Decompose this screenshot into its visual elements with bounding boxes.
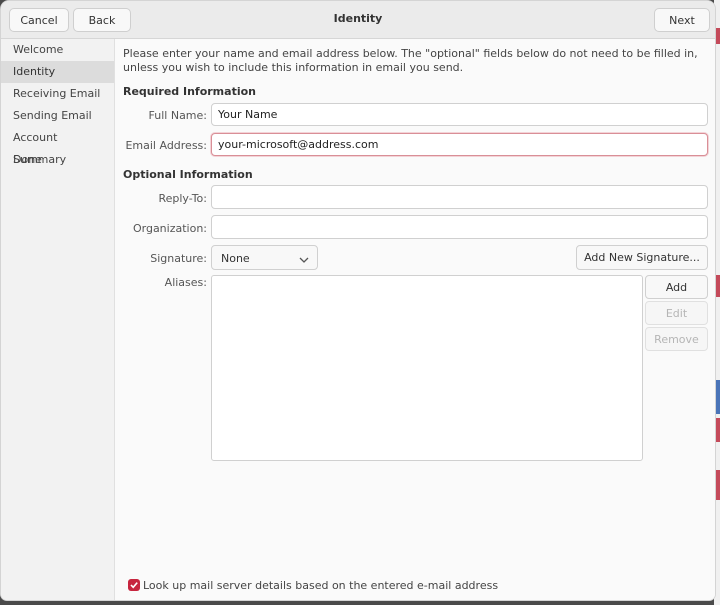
reply-to-label: Reply-To: bbox=[158, 192, 207, 205]
identity-dialog: Cancel Back Identity Next Welcome Identi… bbox=[1, 1, 715, 600]
background-mark bbox=[715, 28, 720, 44]
optional-information-heading: Optional Information bbox=[123, 168, 253, 181]
background-mark bbox=[715, 275, 720, 297]
sidebar: Welcome Identity Receiving Email Sending… bbox=[1, 39, 115, 600]
checkmark-icon bbox=[130, 582, 138, 589]
remove-alias-button[interactable]: Remove bbox=[645, 327, 708, 351]
aliases-label: Aliases: bbox=[164, 276, 207, 289]
edit-alias-button[interactable]: Edit bbox=[645, 301, 708, 325]
next-button[interactable]: Next bbox=[654, 8, 710, 32]
reply-to-field[interactable] bbox=[211, 185, 708, 209]
add-alias-button[interactable]: Add bbox=[645, 275, 708, 299]
chevron-down-icon bbox=[299, 254, 309, 263]
background-mark bbox=[715, 380, 720, 414]
full-name-field[interactable] bbox=[211, 103, 708, 126]
header-bar: Cancel Back Identity Next bbox=[1, 1, 715, 39]
intro-text: Please enter your name and email address… bbox=[123, 47, 698, 74]
sidebar-item-sending-email[interactable]: Sending Email bbox=[1, 105, 114, 127]
sidebar-item-identity[interactable]: Identity bbox=[1, 61, 114, 83]
background-mark bbox=[715, 418, 720, 442]
signature-label: Signature: bbox=[150, 252, 207, 265]
aliases-list[interactable] bbox=[211, 275, 643, 461]
organization-label: Organization: bbox=[132, 222, 207, 235]
full-name-label: Full Name: bbox=[148, 109, 207, 122]
background-mark bbox=[715, 470, 720, 500]
add-new-signature-button[interactable]: Add New Signature... bbox=[576, 245, 708, 270]
sidebar-item-welcome[interactable]: Welcome bbox=[1, 39, 114, 61]
lookup-mail-server-checkbox[interactable] bbox=[128, 579, 140, 591]
required-information-heading: Required Information bbox=[123, 85, 256, 98]
dialog-title: Identity bbox=[333, 12, 383, 25]
lookup-mail-server-label: Look up mail server details based on the… bbox=[143, 579, 499, 592]
main-panel: Please enter your name and email address… bbox=[115, 39, 715, 600]
email-address-label: Email Address: bbox=[125, 139, 207, 152]
organization-field[interactable] bbox=[211, 215, 708, 239]
sidebar-item-account-summary[interactable]: Account Summary bbox=[1, 127, 114, 166]
email-address-field[interactable] bbox=[211, 133, 708, 156]
signature-selected-value: None bbox=[221, 252, 250, 265]
sidebar-item-receiving-email[interactable]: Receiving Email bbox=[1, 83, 114, 105]
signature-select[interactable]: None bbox=[211, 245, 318, 270]
